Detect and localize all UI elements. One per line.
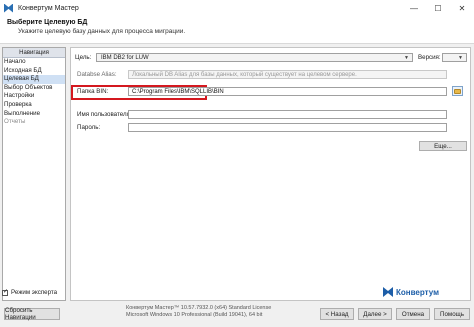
username-input[interactable] [128, 110, 447, 119]
reset-navigation-button[interactable]: Сбросить Навигации [4, 307, 60, 321]
version-info: Конвертум Мастер™ 10.57.7932.0 (x64) Sta… [126, 305, 296, 318]
app-logo-icon [4, 3, 13, 13]
back-button[interactable]: < Назад [320, 308, 354, 320]
password-input[interactable] [128, 123, 447, 132]
expert-mode-checkbox[interactable] [2, 288, 8, 296]
target-dbms-value: IBM DB2 for LUW [101, 54, 149, 61]
version-line-os: Microsoft Windows 10 Professional (Build… [126, 311, 263, 318]
bin-folder-input[interactable]: C:\Program Files\IBM\SQLLIB\BIN [128, 87, 447, 96]
brand-logo-icon [383, 287, 393, 297]
page-title: Выберите Целевую БД [7, 19, 88, 26]
title-bar: Конвертум Мастер — ☐ ✕ [0, 0, 474, 16]
chevron-down-icon: ▼ [458, 55, 463, 61]
target-label: Цель: [75, 54, 92, 61]
next-button[interactable]: Далее > [358, 308, 392, 320]
nav-item-target-db[interactable]: Целевая БД [3, 75, 65, 84]
help-button[interactable]: Помощь [434, 308, 470, 320]
close-button[interactable]: ✕ [450, 0, 474, 16]
chevron-down-icon: ▼ [404, 55, 409, 61]
version-select[interactable]: ▼ [442, 53, 467, 62]
bin-folder-value: C:\Program Files\IBM\SQLLIB\BIN [132, 88, 224, 95]
nav-item-start[interactable]: Начало [3, 58, 65, 67]
expert-mode-label: Режим эксперта [11, 289, 58, 296]
minimize-button[interactable]: — [402, 0, 426, 16]
expert-mode-toggle[interactable]: Режим эксперта [2, 288, 58, 296]
nav-item-validation[interactable]: Проверка [3, 101, 65, 110]
navigation-panel: Навигация Начало Исходная БД Целевая БД … [2, 47, 66, 301]
version-label: Версия: [418, 54, 441, 61]
nav-item-reports: Отчеты [4, 118, 26, 126]
alias-input[interactable]: Локальный DB Alias для базы данных, кото… [128, 70, 447, 79]
version-line-product: Конвертум Мастер™ 10.57.7932.0 (x64) Sta… [126, 305, 272, 311]
window-title: Конвертум Мастер [18, 4, 79, 12]
bin-folder-label: Папка BIN: [77, 88, 109, 95]
maximize-button[interactable]: ☐ [426, 0, 450, 16]
password-label: Пароль: [77, 124, 101, 131]
brand-name: Конвертум [396, 287, 440, 297]
target-dbms-select[interactable]: IBM DB2 for LUW ▼ [96, 53, 413, 62]
nav-item-object-selection[interactable]: Выбор Объектов [3, 84, 65, 93]
cancel-button[interactable]: Отмена [396, 308, 430, 320]
more-options-button[interactable]: Еще... [419, 141, 467, 151]
browse-folder-button[interactable] [452, 86, 463, 96]
target-db-form: Цель: IBM DB2 for LUW ▼ Версия: ▼ Databs… [70, 47, 471, 301]
nav-item-source-db[interactable]: Исходная БД [3, 67, 65, 76]
nav-item-execution[interactable]: Выполнение [3, 110, 65, 119]
page-header: Выберите Целевую БД Укажите целевую базу… [0, 16, 474, 44]
window-controls: — ☐ ✕ [402, 0, 474, 16]
username-label: Имя пользователя: [77, 111, 132, 118]
alias-label: Databse Alias: [77, 71, 117, 78]
nav-item-settings[interactable]: Настройки [3, 92, 65, 101]
navigation-header: Навигация [3, 48, 65, 58]
wizard-window: Конвертум Мастер — ☐ ✕ Выберите Целевую … [0, 0, 474, 327]
page-subtitle: Укажите целевую базу данных для процесса… [18, 28, 186, 35]
folder-icon [454, 88, 461, 94]
brand-logo: Конвертум [383, 287, 439, 297]
